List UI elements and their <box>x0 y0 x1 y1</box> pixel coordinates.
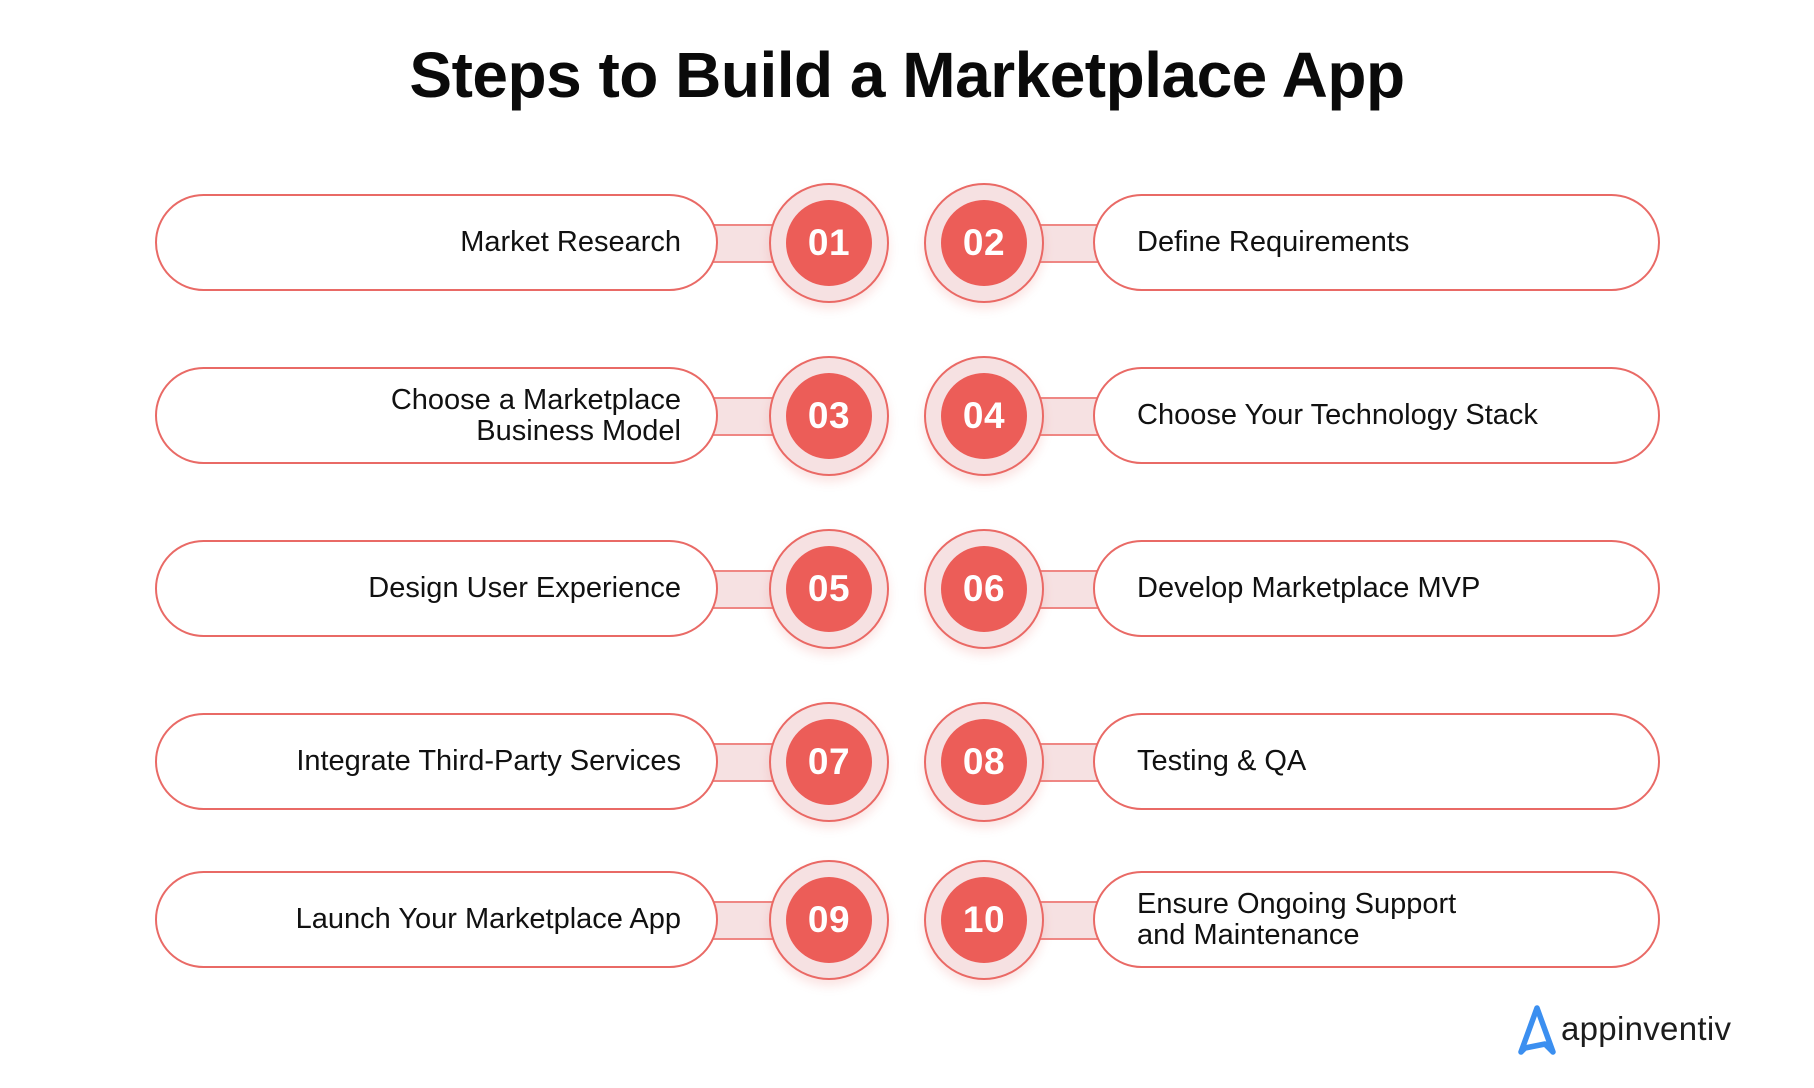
step-number: 04 <box>941 373 1027 459</box>
step-01: Market Research 01 <box>155 181 890 305</box>
step-number-badge: 02 <box>924 183 1044 303</box>
step-06: Develop Marketplace MVP 06 <box>924 527 1660 651</box>
step-number-badge: 01 <box>769 183 889 303</box>
step-number: 06 <box>941 546 1027 632</box>
step-number: 09 <box>786 877 872 963</box>
step-number-badge: 10 <box>924 860 1044 980</box>
step-number: 01 <box>786 200 872 286</box>
brand-name: appinventiv <box>1561 1010 1732 1047</box>
step-04: Choose Your Technology Stack 04 <box>924 354 1660 478</box>
step-02: Define Requirements 02 <box>924 181 1660 305</box>
page-title: Steps to Build a Marketplace App <box>409 39 1405 111</box>
step-number-badge: 06 <box>924 529 1044 649</box>
step-number-badge: 08 <box>924 702 1044 822</box>
appinventiv-a-icon <box>1518 1005 1556 1055</box>
step-10: Ensure Ongoing Support and Maintenance 1… <box>924 858 1660 982</box>
step-label: Develop Marketplace MVP <box>1137 572 1481 604</box>
step-number: 10 <box>941 877 1027 963</box>
step-number: 05 <box>786 546 872 632</box>
step-label-box: Define Requirements <box>1093 194 1660 291</box>
step-number-badge: 07 <box>769 702 889 822</box>
step-label: Define Requirements <box>1137 226 1410 258</box>
step-number-badge: 05 <box>769 529 889 649</box>
step-label-box: Design User Experience <box>155 540 718 637</box>
step-label-box: Ensure Ongoing Support and Maintenance <box>1093 871 1660 968</box>
step-number: 07 <box>786 719 872 805</box>
step-09: Launch Your Marketplace App 09 <box>155 858 890 982</box>
step-label: Ensure Ongoing Support and Maintenance <box>1137 887 1457 951</box>
step-label-box: Choose a Marketplace Business Model <box>155 367 718 464</box>
step-number: 08 <box>941 719 1027 805</box>
step-label: Market Research <box>460 226 681 258</box>
step-number: 02 <box>941 200 1027 286</box>
step-number: 03 <box>786 373 872 459</box>
step-number-badge: 04 <box>924 356 1044 476</box>
step-08: Testing & QA 08 <box>924 700 1660 824</box>
step-label: Choose Your Technology Stack <box>1137 399 1538 431</box>
step-label-box: Launch Your Marketplace App <box>155 871 718 968</box>
brand-logo: appinventiv <box>1515 1002 1731 1056</box>
step-label: Design User Experience <box>368 572 681 604</box>
step-label-box: Develop Marketplace MVP <box>1093 540 1660 637</box>
step-number-badge: 03 <box>769 356 889 476</box>
step-label: Testing & QA <box>1137 745 1307 777</box>
step-label-box: Choose Your Technology Stack <box>1093 367 1660 464</box>
step-03: Choose a Marketplace Business Model 03 <box>155 354 890 478</box>
step-05: Design User Experience 05 <box>155 527 890 651</box>
step-label: Choose a Marketplace Business Model <box>390 383 681 447</box>
step-label-box: Integrate Third-Party Services <box>155 713 718 810</box>
step-label: Launch Your Marketplace App <box>295 903 681 935</box>
step-label: Integrate Third-Party Services <box>296 745 681 777</box>
step-07: Integrate Third-Party Services 07 <box>155 700 890 824</box>
step-label-box: Testing & QA <box>1093 713 1660 810</box>
step-number-badge: 09 <box>769 860 889 980</box>
step-label-box: Market Research <box>155 194 718 291</box>
